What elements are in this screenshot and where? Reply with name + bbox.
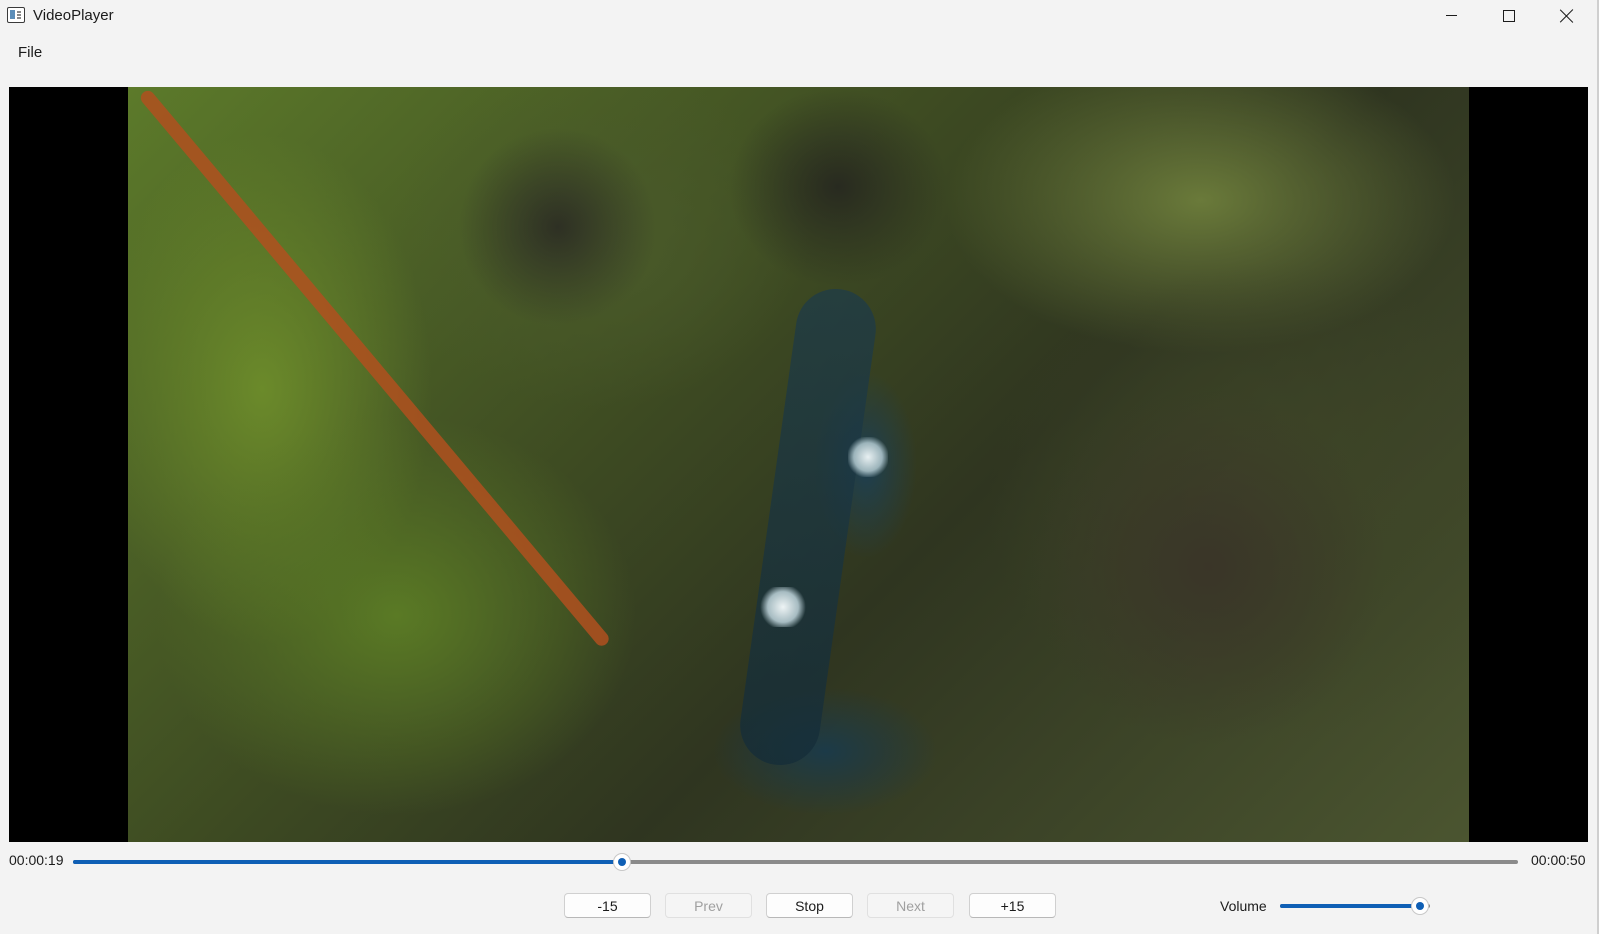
volume-slider[interactable] xyxy=(1280,897,1430,915)
video-scene-cliff xyxy=(728,87,948,287)
menu-item-file[interactable]: File xyxy=(18,44,42,61)
video-scene-river xyxy=(734,283,882,771)
video-frame xyxy=(128,87,1469,842)
maximize-icon xyxy=(1503,9,1515,22)
seek-slider-handle[interactable] xyxy=(613,853,632,871)
video-display[interactable] xyxy=(9,87,1588,842)
video-player-window: VideoPlayer File 00:00:19 00:00:50 -15 P… xyxy=(0,0,1599,934)
volume-label: Volume xyxy=(1220,898,1267,914)
stop-button[interactable]: Stop xyxy=(766,893,853,918)
close-button[interactable] xyxy=(1538,0,1596,31)
seek-row: 00:00:19 00:00:50 xyxy=(0,850,1599,872)
minimize-icon xyxy=(1445,15,1457,16)
video-scene-waterfall xyxy=(848,437,888,477)
title-bar[interactable]: VideoPlayer xyxy=(0,0,1599,31)
video-app-icon xyxy=(7,7,25,23)
window-title: VideoPlayer xyxy=(33,7,114,24)
skip-back-15-button[interactable]: -15 xyxy=(564,893,651,918)
skip-forward-15-button[interactable]: +15 xyxy=(969,893,1056,918)
minimize-button[interactable] xyxy=(1422,0,1480,31)
next-button[interactable]: Next xyxy=(867,893,954,918)
video-scene-waterfall xyxy=(760,587,806,627)
close-icon xyxy=(1560,9,1574,23)
playback-controls: -15 Prev Stop Next +15 Volume xyxy=(0,893,1599,919)
volume-fill xyxy=(1280,904,1420,908)
seek-slider[interactable] xyxy=(73,853,1518,871)
maximize-button[interactable] xyxy=(1480,0,1538,31)
current-time: 00:00:19 xyxy=(9,852,64,868)
total-time: 00:00:50 xyxy=(1531,852,1586,868)
seek-progress-fill xyxy=(73,860,623,864)
video-scene-cliff xyxy=(1028,387,1388,747)
prev-button[interactable]: Prev xyxy=(665,893,752,918)
volume-slider-handle[interactable] xyxy=(1410,897,1429,915)
video-scene-cliff xyxy=(458,127,658,327)
